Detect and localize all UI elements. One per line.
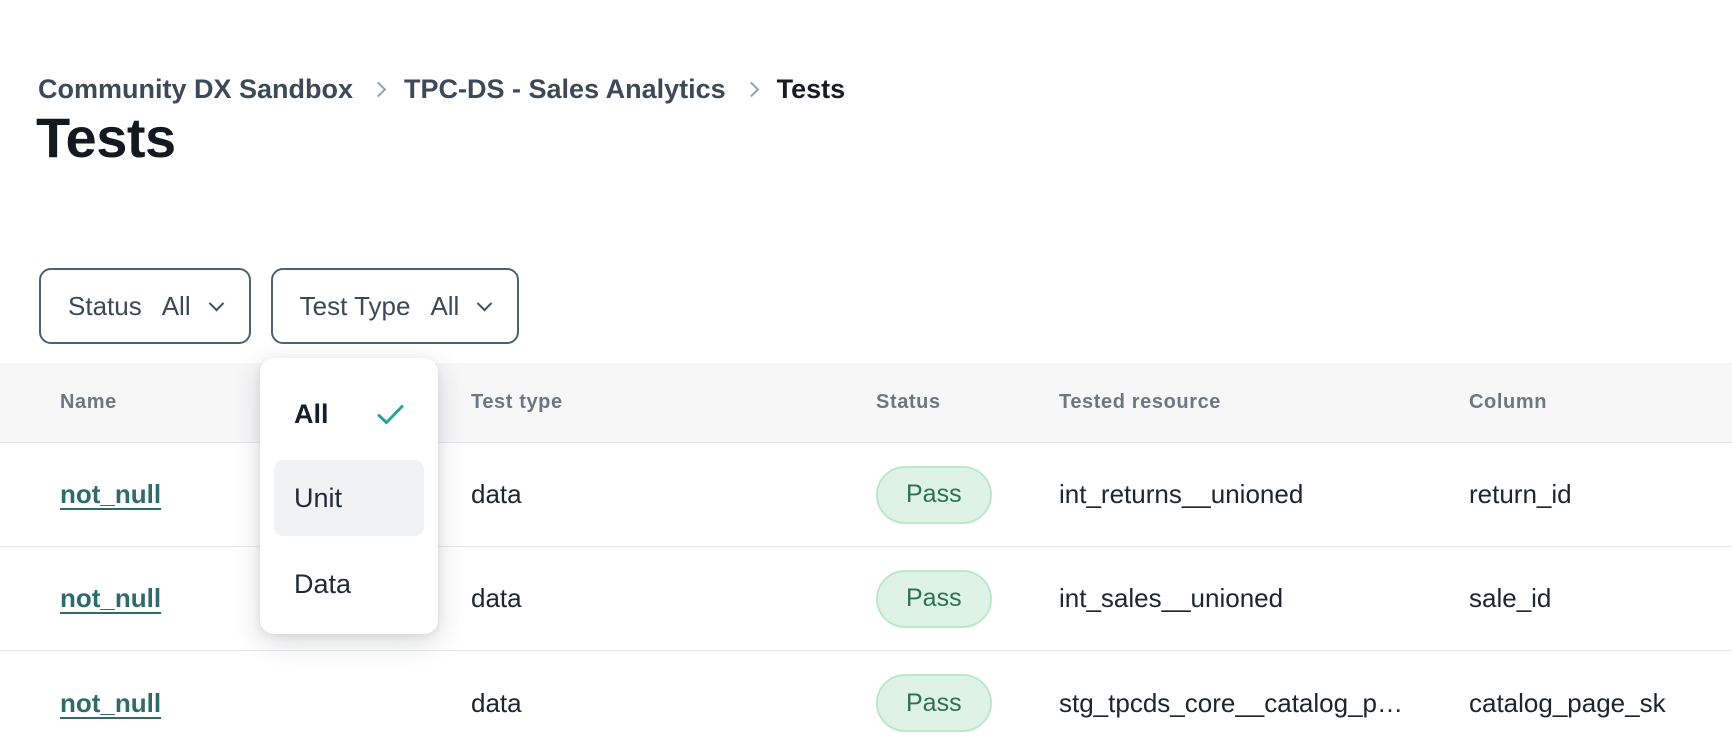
column-header-column: Column	[1469, 391, 1732, 414]
status-badge: Pass	[876, 674, 992, 732]
chevron-down-icon	[477, 295, 493, 311]
dropdown-item-label: Data	[294, 569, 351, 600]
test-type-filter-label: Test Type	[300, 291, 411, 322]
column-cell: return_id	[1469, 479, 1732, 510]
test-name-link[interactable]: not_null	[60, 479, 161, 509]
column-header-test-type: Test type	[471, 391, 876, 414]
test-type-cell: data	[471, 688, 876, 719]
status-filter-label: Status	[68, 291, 142, 322]
filter-bar: Status All Test Type All	[39, 268, 519, 344]
breadcrumb-current: Tests	[777, 74, 846, 105]
status-badge: Pass	[876, 466, 992, 524]
breadcrumb: Community DX Sandbox TPC-DS - Sales Anal…	[38, 74, 845, 105]
test-type-cell: data	[471, 479, 876, 510]
check-icon	[377, 404, 404, 425]
chevron-right-icon	[743, 82, 759, 98]
dropdown-item-unit[interactable]: Unit	[274, 460, 424, 536]
dropdown-item-label: All	[294, 399, 329, 430]
column-cell: sale_id	[1469, 583, 1732, 614]
chevron-right-icon	[371, 82, 387, 98]
tested-resource-cell: int_returns__unioned	[1059, 479, 1469, 510]
column-cell: catalog_page_sk	[1469, 688, 1732, 719]
test-type-filter-button[interactable]: Test Type All	[271, 268, 520, 344]
dropdown-item-label: Unit	[294, 483, 342, 514]
status-filter-value: All	[162, 291, 191, 322]
breadcrumb-project[interactable]: Community DX Sandbox	[38, 74, 353, 105]
column-header-tested-resource: Tested resource	[1059, 391, 1469, 414]
test-name-link[interactable]: not_null	[60, 583, 161, 613]
status-filter-button[interactable]: Status All	[39, 268, 251, 344]
column-header-status: Status	[876, 391, 1059, 414]
page-title: Tests	[36, 110, 176, 166]
tests-page: Community DX Sandbox TPC-DS - Sales Anal…	[0, 0, 1732, 756]
status-badge: Pass	[876, 570, 992, 628]
test-type-dropdown-menu: All Unit Data	[260, 358, 438, 634]
chevron-down-icon	[208, 295, 224, 311]
tested-resource-cell: int_sales__unioned	[1059, 583, 1469, 614]
table-row: not_null data Pass stg_tpcds_core__catal…	[0, 651, 1732, 755]
breadcrumb-environment[interactable]: TPC-DS - Sales Analytics	[404, 74, 726, 105]
test-name-link[interactable]: not_null	[60, 688, 161, 718]
tested-resource-cell: stg_tpcds_core__catalog_p…	[1059, 688, 1469, 719]
dropdown-item-data[interactable]: Data	[274, 546, 424, 622]
test-type-filter-value: All	[430, 291, 459, 322]
dropdown-item-all[interactable]: All	[274, 376, 424, 452]
test-type-cell: data	[471, 583, 876, 614]
